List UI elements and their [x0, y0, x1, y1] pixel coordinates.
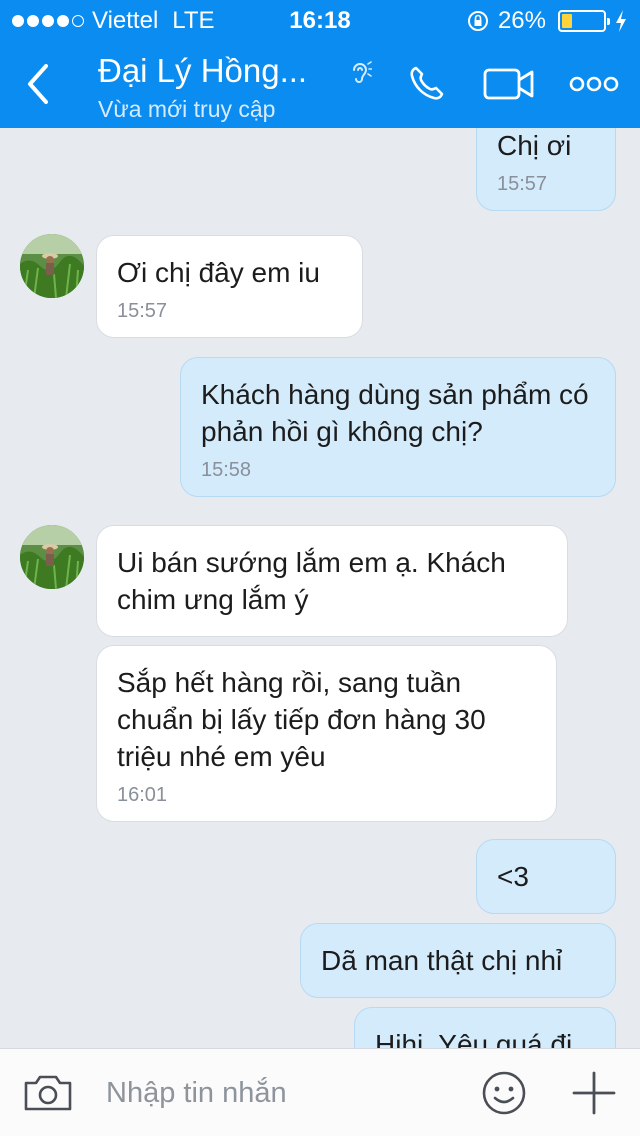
- message-time: 15:58: [201, 459, 252, 481]
- signal-dot: [57, 15, 69, 27]
- plus-icon[interactable]: [570, 1069, 618, 1117]
- signal-dot: [12, 15, 24, 27]
- avatar-image: [20, 525, 84, 589]
- camera-icon[interactable]: [22, 1071, 74, 1113]
- avatar[interactable]: [20, 525, 84, 589]
- message-time: 15:57: [117, 300, 168, 322]
- avatar-image: [20, 234, 84, 298]
- status-right: 26%: [466, 7, 628, 35]
- message-list[interactable]: Chị ơi 15:57 Ơi chị đây em iu 15:57 Khác…: [0, 128, 640, 1048]
- message-bubble-outgoing[interactable]: Khách hàng dùng sản phẩm có phản hồi gì …: [180, 357, 616, 497]
- signal-dot: [27, 15, 39, 27]
- more-options-icon[interactable]: [568, 62, 620, 106]
- message-time: 15:57: [497, 173, 548, 195]
- hearing-icon: [353, 61, 372, 83]
- message-bubble-outgoing[interactable]: Dã man thật chị nhỉ: [300, 923, 616, 998]
- message-text: Chị ơi: [497, 130, 572, 161]
- message-text: Ui bán sướng lắm em ạ. Khách chim ưng lắ…: [117, 547, 506, 615]
- battery-percent: 26%: [497, 7, 546, 34]
- message-text: Khách hàng dùng sản phẩm có phản hồi gì …: [201, 379, 589, 447]
- battery-icon: [558, 10, 610, 32]
- charging-bolt-icon: [616, 10, 626, 32]
- message-bubble-incoming[interactable]: Ơi chị đây em iu 15:57: [96, 235, 363, 338]
- contact-name[interactable]: Đại Lý Hồng...: [98, 52, 307, 90]
- message-text: Sắp hết hàng rồi, sang tuần chuẩn bị lấy…: [117, 667, 486, 772]
- back-chevron-icon[interactable]: [20, 56, 60, 112]
- carrier-name: Viettel: [92, 7, 159, 34]
- signal-dot-empty: [72, 15, 84, 27]
- message-input-bar: Nhập tin nhắn: [0, 1048, 640, 1136]
- status-left: Viettel LTE: [12, 7, 215, 35]
- rotation-lock-icon: [467, 11, 488, 31]
- message-text: <3: [497, 861, 529, 892]
- last-active-status: Vừa mới truy cập: [98, 96, 276, 122]
- battery-fill: [562, 14, 572, 28]
- emoji-icon[interactable]: [481, 1070, 527, 1116]
- message-input[interactable]: Nhập tin nhắn: [106, 1077, 287, 1110]
- status-bar: Viettel LTE 16:18 26%: [0, 0, 640, 40]
- message-bubble-outgoing[interactable]: Hihi. Yêu quá đi: [354, 1007, 616, 1048]
- message-bubble-incoming[interactable]: Sắp hết hàng rồi, sang tuần chuẩn bị lấy…: [96, 645, 557, 822]
- message-time: 16:01: [117, 784, 168, 806]
- message-text: Ơi chị đây em iu: [117, 257, 320, 288]
- message-bubble-outgoing[interactable]: Chị ơi 15:57: [476, 128, 616, 211]
- signal-strength-icon: [12, 15, 84, 27]
- chat-header: Đại Lý Hồng... Vừa mới truy cập: [0, 40, 640, 128]
- video-call-icon[interactable]: [482, 62, 536, 106]
- phone-icon[interactable]: [404, 62, 452, 106]
- top-bar: Viettel LTE 16:18 26% Đại Lý Hồng... Vừa…: [0, 0, 640, 128]
- signal-dot: [42, 15, 54, 27]
- message-bubble-outgoing[interactable]: <3: [476, 839, 616, 914]
- network-type: LTE: [172, 7, 215, 34]
- avatar[interactable]: [20, 234, 84, 298]
- message-text: Hihi. Yêu quá đi: [375, 1029, 573, 1048]
- message-bubble-incoming[interactable]: Ui bán sướng lắm em ạ. Khách chim ưng lắ…: [96, 525, 568, 637]
- message-text: Dã man thật chị nhỉ: [321, 945, 563, 976]
